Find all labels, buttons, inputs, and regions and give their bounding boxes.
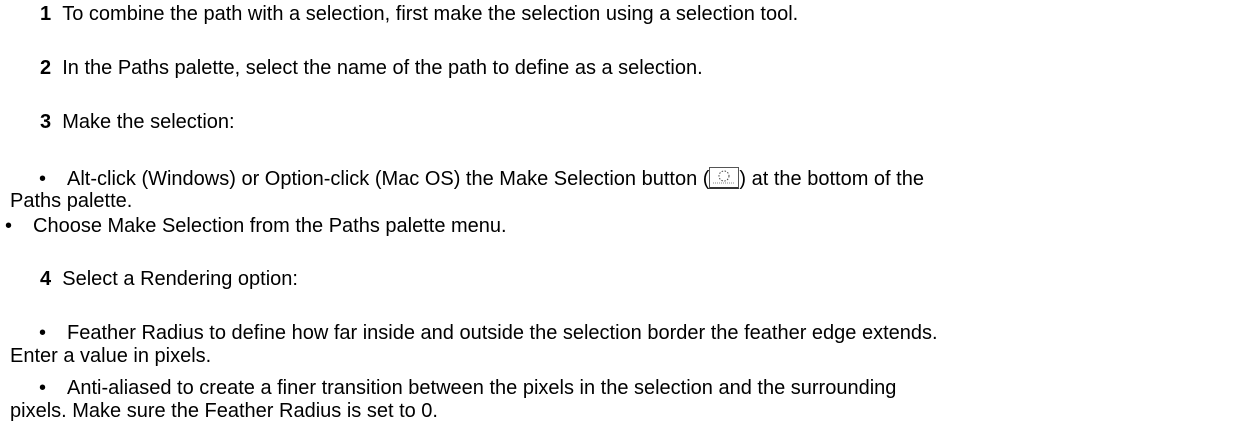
bullet-marker: •	[5, 215, 13, 237]
bullet-text: Alt-click (Windows) or Option-click (Mac…	[67, 168, 710, 190]
step-4: 4 Select a Rendering option:	[40, 268, 298, 291]
bullet-text: Anti-aliased to create a finer transitio…	[67, 377, 897, 399]
bullet-text-wrap: pixels. Make sure the Feather Radius is …	[10, 400, 438, 422]
bullet-marker: •	[39, 377, 47, 399]
step-1: 1 To combine the path with a selection, …	[40, 3, 798, 26]
bullet-text: Choose Make Selection from the Paths pal…	[33, 215, 507, 237]
bullet-text-wrap: Paths palette.	[10, 190, 133, 212]
bullet-text: Feather Radius to define how far inside …	[67, 322, 938, 344]
step-text: Select a Rendering option:	[62, 268, 298, 290]
bullet-text-after: ) at the bottom of the	[739, 168, 924, 190]
step-number: 4	[40, 268, 52, 290]
step-text: In the Paths palette, select the name of…	[62, 57, 703, 79]
bullet-text-wrap: Enter a value in pixels.	[10, 345, 212, 367]
bullet-anti-aliased: • Anti-aliased to create a finer transiti…	[39, 377, 896, 400]
step-number: 2	[40, 57, 52, 79]
step-number: 1	[40, 3, 52, 25]
bullet-feather-radius-wrap: Enter a value in pixels.	[10, 345, 211, 368]
bullet-anti-aliased-wrap: pixels. Make sure the Feather Radius is …	[10, 400, 438, 423]
step-text: Make the selection:	[62, 111, 235, 133]
bullet-feather-radius: • Feather Radius to define how far inside…	[39, 322, 938, 345]
bullet-alt-click-wrap: Paths palette.	[10, 190, 132, 213]
step-2: 2 In the Paths palette, select the name …	[40, 57, 703, 80]
bullet-marker: •	[39, 322, 47, 344]
bullet-alt-click: • Alt-click (Windows) or Option-click (Ma…	[39, 167, 924, 191]
bullet-marker: •	[39, 168, 47, 190]
step-3: 3 Make the selection:	[40, 111, 235, 134]
step-text: To combine the path with a selection, fi…	[62, 3, 799, 25]
make-selection-icon	[709, 167, 740, 189]
step-number: 3	[40, 111, 52, 133]
bullet-choose-menu: • Choose Make Selection from the Paths pa…	[5, 215, 507, 238]
